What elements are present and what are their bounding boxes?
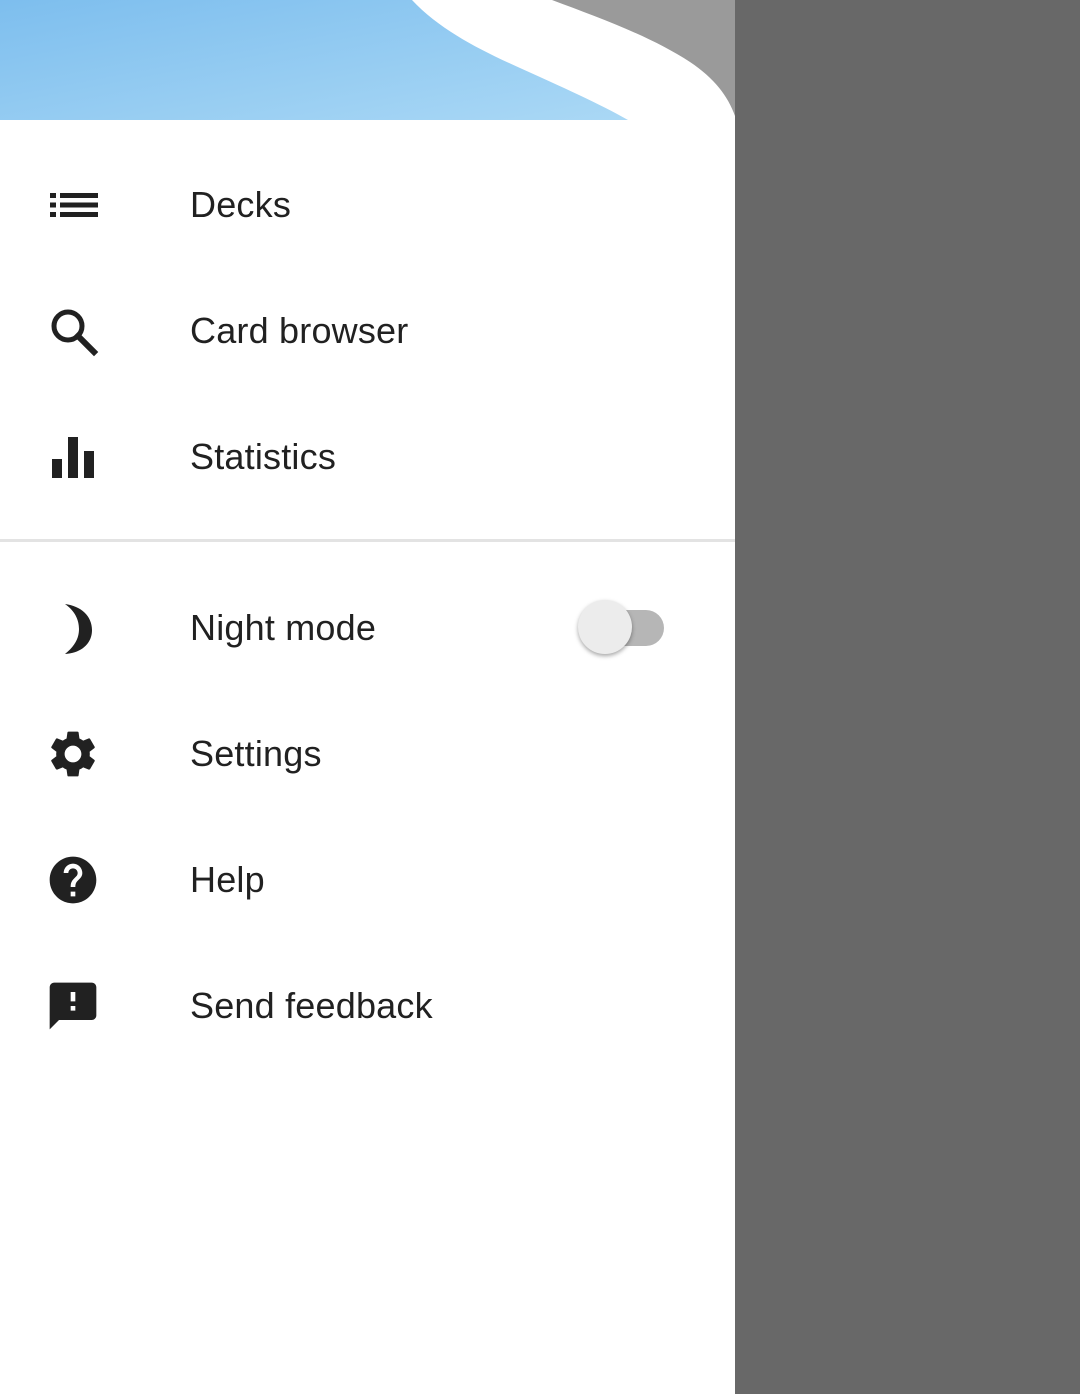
drawer-item-night-mode[interactable]: Night mode (0, 565, 735, 691)
drawer-header-art (0, 0, 735, 120)
navigation-drawer: Decks Card browser Statistics Night mode… (0, 0, 735, 1394)
drawer-item-settings[interactable]: Settings (0, 691, 735, 817)
search-icon (45, 303, 101, 359)
drawer-item-label: Send feedback (190, 985, 433, 1026)
drawer-item-label: Decks (190, 184, 292, 225)
help-icon (45, 852, 101, 908)
drawer-item-help[interactable]: Help (0, 817, 735, 943)
drawer-item-statistics[interactable]: Statistics (0, 394, 735, 520)
drawer-item-label: Help (190, 859, 265, 900)
drawer-item-label: Night mode (190, 607, 377, 648)
toggle-thumb (578, 600, 632, 654)
drawer-item-label: Statistics (190, 436, 337, 477)
feedback-icon (45, 978, 101, 1034)
drawer-item-card-browser[interactable]: Card browser (0, 268, 735, 394)
drawer-divider (0, 539, 735, 542)
drawer-item-send-feedback[interactable]: Send feedback (0, 943, 735, 1069)
list-icon (45, 177, 101, 233)
gear-icon (45, 726, 101, 782)
bar-chart-icon (45, 429, 101, 485)
night-mode-toggle[interactable] (578, 600, 664, 656)
moon-icon (45, 600, 101, 656)
drawer-item-decks[interactable]: Decks (0, 142, 735, 268)
drawer-item-label: Card browser (190, 310, 409, 351)
drawer-item-label: Settings (190, 733, 322, 774)
